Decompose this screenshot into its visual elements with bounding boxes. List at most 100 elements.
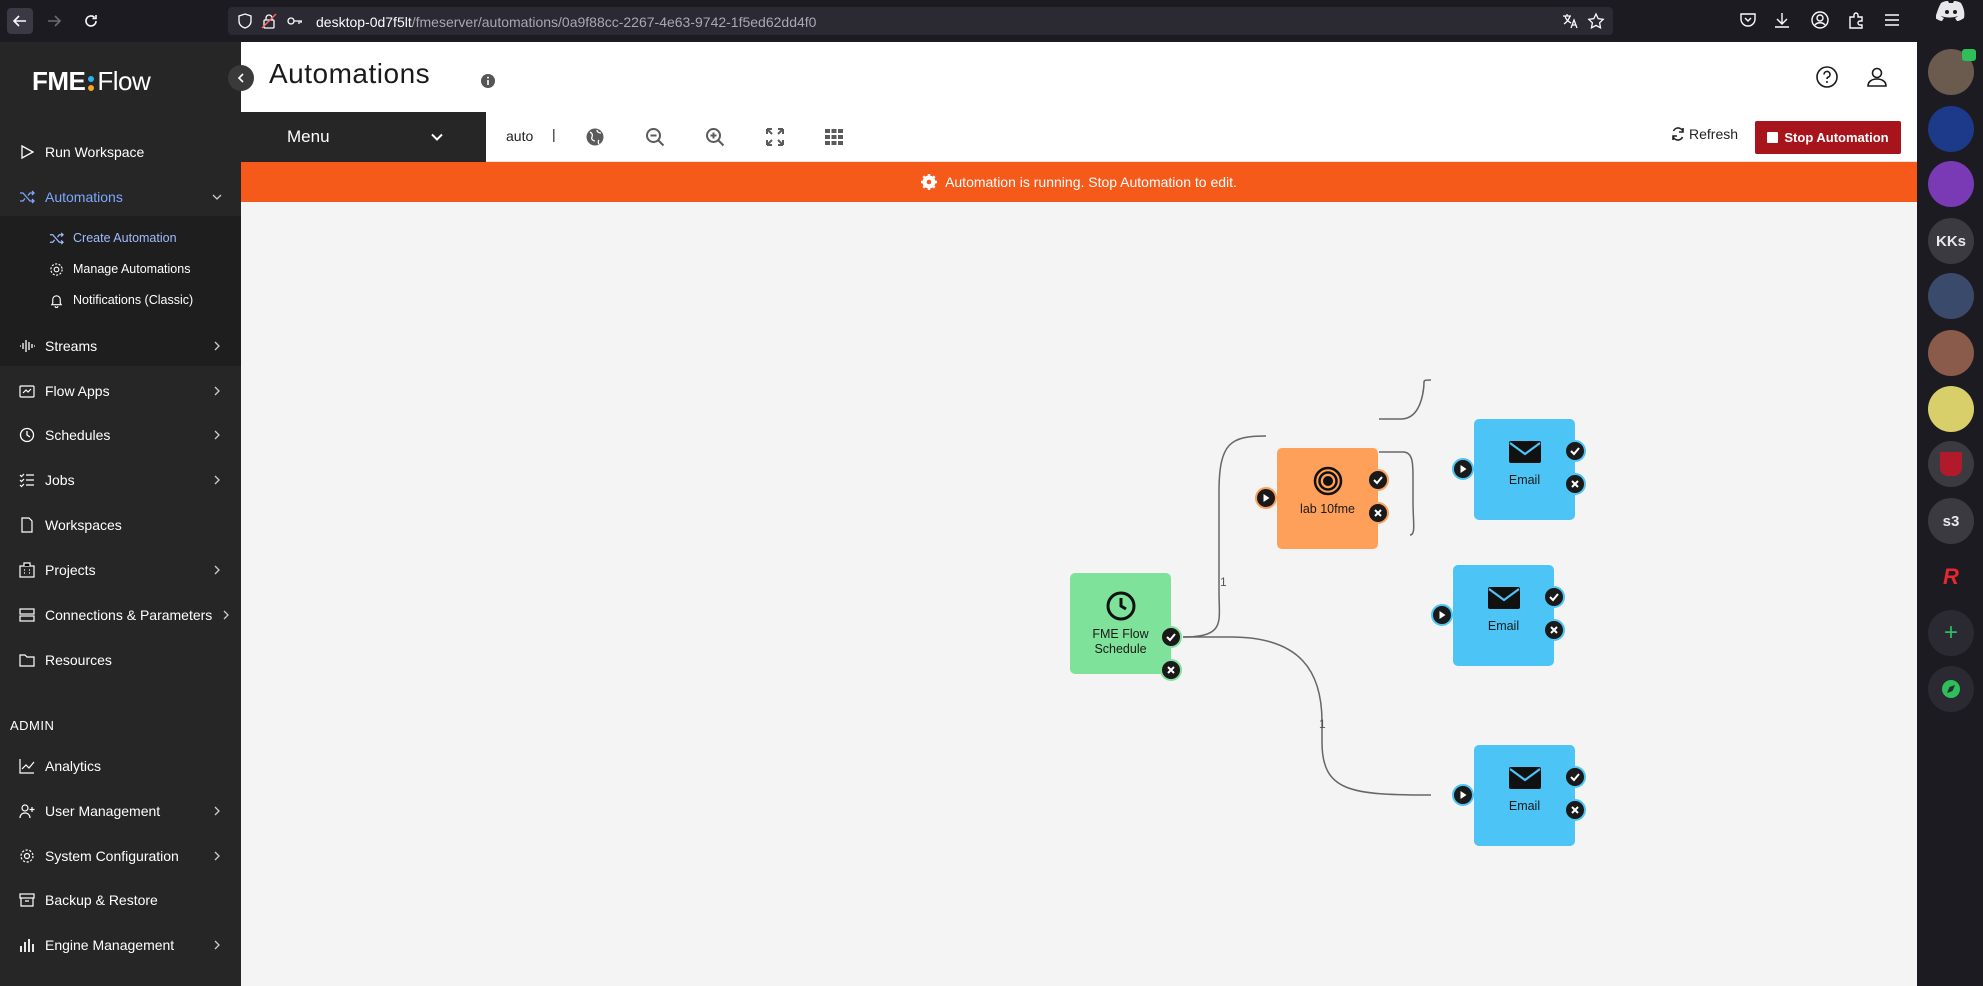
sidebar-item-projects[interactable]: Projects: [0, 552, 241, 588]
sidebar-subitem-manage-automations[interactable]: Manage Automations: [0, 255, 241, 283]
success-port[interactable]: [1564, 440, 1586, 462]
avatar[interactable]: [1928, 386, 1974, 432]
bookmark-star-icon[interactable]: [1587, 12, 1605, 30]
browser-sidebar: KKs s3 R +: [1917, 0, 1983, 986]
action-node-workspace[interactable]: lab 10fme: [1277, 448, 1378, 549]
zoom-in-icon[interactable]: [705, 127, 725, 147]
automation-canvas[interactable]: 1 1 FME Flow Schedule lab 10fme Email Ema…: [241, 202, 1917, 986]
stop-automation-button[interactable]: Stop Automation: [1755, 121, 1901, 154]
add-server-button[interactable]: +: [1928, 610, 1974, 656]
input-port[interactable]: [1452, 784, 1474, 806]
avatar[interactable]: [1928, 106, 1974, 152]
sidebar-item-run-workspace[interactable]: Run Workspace: [0, 134, 241, 170]
avatar[interactable]: [1928, 49, 1976, 95]
translate-icon[interactable]: [1561, 12, 1579, 30]
play-icon: [1263, 494, 1270, 502]
shuffle-icon: [49, 231, 64, 245]
refresh-button[interactable]: Refresh: [1671, 126, 1738, 142]
node-label: Email: [1508, 473, 1541, 487]
node-label: Email: [1487, 619, 1520, 633]
chevron-right-icon: [214, 475, 220, 485]
failure-port[interactable]: [1367, 502, 1389, 524]
sidebar-item-connections-parameters[interactable]: Connections & Parameters: [0, 597, 241, 633]
close-icon: [1571, 480, 1579, 488]
discord-icon[interactable]: [1928, 0, 1974, 34]
chevron-right-icon: [223, 610, 229, 620]
sidebar-subitem-notifications-classic[interactable]: Notifications (Classic): [0, 286, 241, 314]
avatar[interactable]: [1928, 161, 1974, 207]
shield-icon: [238, 13, 252, 29]
sidebar-item-workspaces[interactable]: Workspaces: [0, 507, 241, 543]
url-bar[interactable]: desktop-0d7f5lt/fmeserver/automations/0a…: [228, 7, 1613, 35]
forward-button[interactable]: [41, 8, 67, 34]
avatar[interactable]: [1928, 441, 1974, 487]
success-port[interactable]: [1543, 586, 1565, 608]
sidebar-item-system-configuration[interactable]: System Configuration: [0, 838, 241, 874]
expand-icon[interactable]: [765, 127, 785, 147]
refresh-icon: [1672, 127, 1684, 141]
avatar[interactable]: R: [1928, 554, 1974, 600]
connection-line: [1182, 435, 1267, 638]
waveform-icon: [20, 340, 35, 352]
sidebar-item-engine-management[interactable]: Engine Management: [0, 927, 241, 963]
pocket-icon[interactable]: [1738, 10, 1758, 30]
trigger-node-schedule[interactable]: FME Flow Schedule: [1070, 573, 1171, 674]
email-node[interactable]: Email: [1474, 745, 1575, 846]
avatar[interactable]: [1928, 330, 1974, 376]
input-port[interactable]: [1255, 487, 1277, 509]
sidebar-item-resources[interactable]: Resources: [0, 642, 241, 678]
input-port[interactable]: [1452, 458, 1474, 480]
zoom-out-icon[interactable]: [645, 127, 665, 147]
hamburger-menu-icon[interactable]: [1882, 10, 1902, 30]
envelope-icon: [1487, 587, 1520, 609]
chevron-down-icon: [212, 194, 222, 200]
sidebar-item-flow-apps[interactable]: Flow Apps: [0, 373, 241, 409]
globe-icon[interactable]: [585, 127, 605, 147]
user-icon[interactable]: [1865, 65, 1889, 89]
explore-icon[interactable]: [1928, 666, 1974, 712]
input-port[interactable]: [1431, 604, 1453, 626]
sidebar-subitem-create-automation[interactable]: Create Automation: [0, 224, 241, 252]
extensions-icon[interactable]: [1846, 10, 1866, 30]
avatar[interactable]: KKs: [1928, 218, 1974, 264]
success-port[interactable]: [1160, 626, 1182, 648]
layout-mode-label[interactable]: auto: [506, 128, 533, 144]
email-node[interactable]: Email: [1453, 565, 1554, 666]
failure-port[interactable]: [1160, 659, 1182, 681]
reload-button[interactable]: [78, 8, 104, 34]
success-port[interactable]: [1564, 766, 1586, 788]
building-icon: [19, 562, 35, 578]
failure-port[interactable]: [1564, 799, 1586, 821]
close-icon: [1167, 666, 1175, 674]
menu-dropdown[interactable]: Menu: [241, 112, 486, 162]
sidebar-item-analytics[interactable]: Analytics: [0, 748, 241, 784]
sidebar-item-schedules[interactable]: Schedules: [0, 417, 241, 453]
grid-icon[interactable]: [824, 127, 844, 147]
success-port[interactable]: [1367, 469, 1389, 491]
sidebar-item-jobs[interactable]: Jobs: [0, 462, 241, 498]
account-icon[interactable]: [1810, 10, 1830, 30]
sidebar-item-streams[interactable]: Streams: [0, 328, 241, 364]
info-icon[interactable]: [480, 73, 496, 89]
help-icon[interactable]: [1815, 65, 1839, 89]
connection-line: [1379, 451, 1415, 536]
envelope-icon: [1508, 441, 1541, 463]
clock-icon: [1106, 591, 1135, 621]
sidebar: FME Flow Run Workspace Automations Create…: [0, 42, 241, 986]
bell-icon: [50, 294, 63, 308]
avatar[interactable]: [1928, 273, 1974, 319]
failure-port[interactable]: [1543, 619, 1565, 641]
sidebar-item-user-management[interactable]: User Management: [0, 793, 241, 829]
failure-port[interactable]: [1564, 473, 1586, 495]
back-button[interactable]: [7, 8, 33, 34]
email-node[interactable]: Email: [1474, 419, 1575, 520]
sidebar-item-backup-restore[interactable]: Backup & Restore: [0, 882, 241, 918]
download-icon[interactable]: [1772, 10, 1792, 30]
key-icon: [287, 17, 302, 25]
fme-flow-app: FME Flow Run Workspace Automations Create…: [0, 42, 1917, 986]
avatar[interactable]: s3: [1928, 498, 1974, 544]
sidebar-item-automations[interactable]: Automations: [0, 179, 241, 215]
arrow-right-icon: [48, 15, 62, 27]
chevron-right-icon: [214, 806, 220, 816]
collapse-sidebar-button[interactable]: [228, 65, 254, 91]
